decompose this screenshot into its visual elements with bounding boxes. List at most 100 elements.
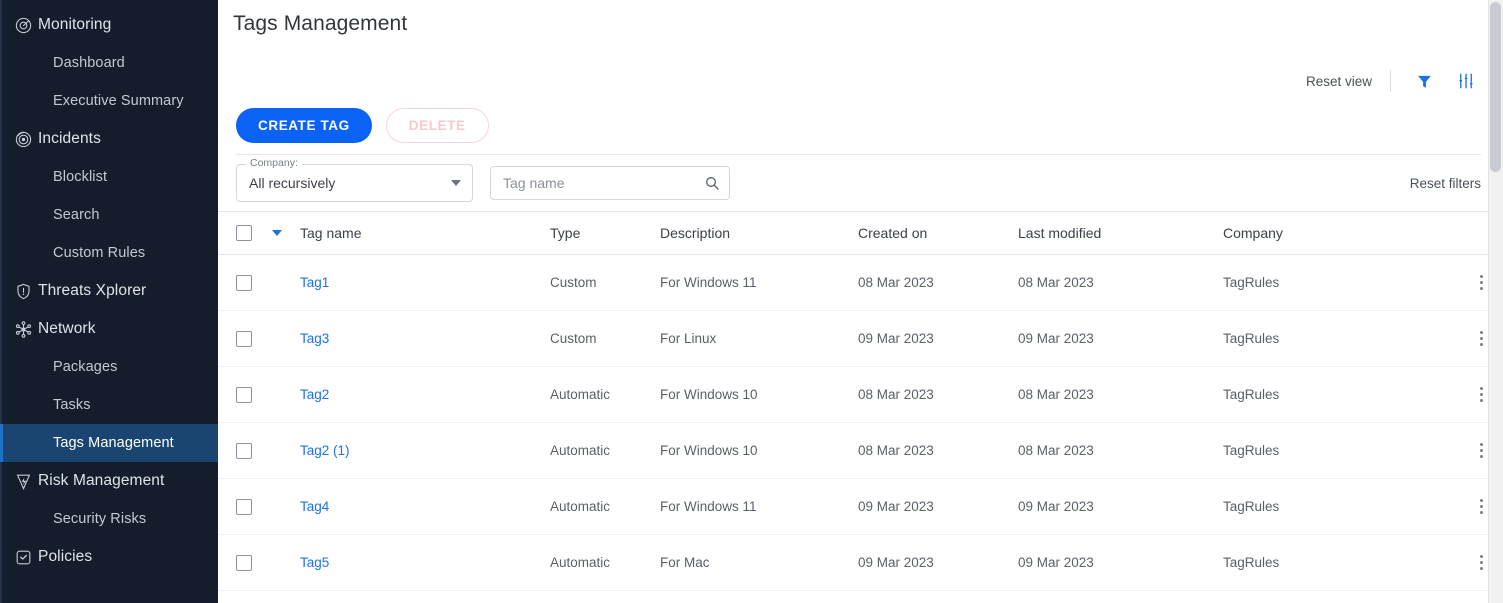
row-checkbox[interactable]: [236, 275, 252, 291]
column-header-last-modified[interactable]: Last modified: [1018, 225, 1223, 241]
reset-view-button[interactable]: Reset view: [1306, 74, 1372, 89]
chevron-down-icon: [451, 180, 461, 186]
cell-description: For Linux: [660, 331, 858, 346]
sidebar-item-search[interactable]: Search: [0, 196, 218, 234]
tag-name-link[interactable]: Tag2: [300, 387, 329, 402]
cell-company: TagRules: [1223, 387, 1423, 402]
row-select-cell: [236, 387, 272, 403]
column-header-company[interactable]: Company: [1223, 225, 1423, 241]
shield-bolt-icon: [8, 472, 38, 491]
table-row[interactable]: Tag2 (1) Automatic For Windows 10 08 Mar…: [218, 423, 1503, 479]
column-header-created-on[interactable]: Created on: [858, 225, 1018, 241]
column-header-description[interactable]: Description: [660, 225, 858, 241]
sidebar-group-monitoring: MonitoringDashboardExecutive Summary: [0, 6, 218, 120]
company-select-value: All recursively: [249, 175, 335, 191]
row-select-cell: [236, 275, 272, 291]
table-body: Tag1 Custom For Windows 11 08 Mar 2023 0…: [218, 255, 1503, 591]
company-select[interactable]: Company: All recursively: [236, 164, 473, 202]
cell-company: TagRules: [1223, 555, 1423, 570]
cell-description: For Mac: [660, 555, 858, 570]
sidebar-item-risk-management[interactable]: Risk Management: [0, 462, 218, 500]
cell-type: Automatic: [550, 387, 660, 402]
sliders-icon[interactable]: [1453, 68, 1479, 94]
sidebar-group-threats-xplorer: Threats Xplorer: [0, 272, 218, 310]
sidebar-item-blocklist[interactable]: Blocklist: [0, 158, 218, 196]
table-row[interactable]: Tag3 Custom For Linux 09 Mar 2023 09 Mar…: [218, 311, 1503, 367]
tag-name-link[interactable]: Tag1: [300, 275, 329, 290]
cell-type: Automatic: [550, 499, 660, 514]
sidebar-item-tasks[interactable]: Tasks: [0, 386, 218, 424]
search-icon[interactable]: [704, 175, 720, 191]
sidebar-item-label: Risk Management: [38, 472, 164, 490]
vertical-scrollbar-thumb[interactable]: [1490, 2, 1501, 172]
cell-tag-name: Tag4: [300, 498, 550, 516]
cell-created-on: 09 Mar 2023: [858, 331, 1018, 346]
table-row[interactable]: Tag1 Custom For Windows 11 08 Mar 2023 0…: [218, 255, 1503, 311]
reset-filters-button[interactable]: Reset filters: [1410, 176, 1481, 191]
table-row[interactable]: Tag4 Automatic For Windows 11 09 Mar 202…: [218, 479, 1503, 535]
main-content: Tags Management Reset view: [218, 0, 1503, 603]
cell-last-modified: 08 Mar 2023: [1018, 275, 1223, 290]
cell-created-on: 09 Mar 2023: [858, 499, 1018, 514]
sidebar-item-packages[interactable]: Packages: [0, 348, 218, 386]
cell-type: Custom: [550, 331, 660, 346]
radar-icon: [8, 16, 38, 35]
toolbar-divider: [1390, 70, 1391, 92]
sidebar-item-security-risks[interactable]: Security Risks: [0, 500, 218, 538]
sidebar-item-monitoring[interactable]: Monitoring: [0, 6, 218, 44]
tag-name-link[interactable]: Tag5: [300, 555, 329, 570]
row-checkbox[interactable]: [236, 387, 252, 403]
sidebar-item-executive-summary[interactable]: Executive Summary: [0, 82, 218, 120]
sidebar-group-policies: Policies: [0, 538, 218, 576]
tag-name-link[interactable]: Tag2 (1): [300, 443, 350, 458]
row-checkbox[interactable]: [236, 555, 252, 571]
column-header-tag-name[interactable]: Tag name: [300, 225, 550, 241]
vertical-scrollbar[interactable]: [1488, 0, 1503, 603]
tag-search[interactable]: [490, 166, 730, 200]
sidebar-group-network: Network PackagesTasks Tags Management: [0, 310, 218, 462]
create-tag-button[interactable]: CREATE TAG: [236, 108, 372, 143]
cell-type: Automatic: [550, 555, 660, 570]
cell-created-on: 08 Mar 2023: [858, 443, 1018, 458]
row-select-cell: [236, 555, 272, 571]
policy-check-icon: [8, 548, 38, 567]
sidebar-item-label: Network: [38, 320, 96, 338]
app-root: MonitoringDashboardExecutive Summary Inci…: [0, 0, 1503, 603]
table-row[interactable]: Tag2 Automatic For Windows 10 08 Mar 202…: [218, 367, 1503, 423]
sidebar-item-network[interactable]: Network: [0, 310, 218, 348]
sidebar-nav: MonitoringDashboardExecutive Summary Inci…: [0, 6, 218, 576]
select-all-checkbox[interactable]: [236, 225, 252, 241]
action-toolbar: CREATE TAG DELETE: [218, 98, 1503, 144]
row-select-cell: [236, 331, 272, 347]
select-all-dropdown-icon[interactable]: [272, 230, 282, 236]
cell-description: For Windows 10: [660, 443, 858, 458]
sidebar-item-label: Tags Management: [53, 435, 174, 451]
funnel-icon[interactable]: [1411, 68, 1437, 94]
sidebar-item-policies[interactable]: Policies: [0, 538, 218, 576]
cell-description: For Windows 11: [660, 499, 858, 514]
row-select-cell: [236, 499, 272, 515]
search-input[interactable]: [490, 166, 730, 200]
row-checkbox[interactable]: [236, 443, 252, 459]
table-row[interactable]: Tag5 Automatic For Mac 09 Mar 2023 09 Ma…: [218, 535, 1503, 591]
cell-tag-name: Tag2 (1): [300, 442, 550, 460]
sidebar-item-label: Security Risks: [53, 511, 146, 527]
sidebar-item-custom-rules[interactable]: Custom Rules: [0, 234, 218, 272]
sidebar-item-threats-xplorer[interactable]: Threats Xplorer: [0, 272, 218, 310]
sidebar-item-label: Custom Rules: [53, 245, 145, 261]
page-title: Tags Management: [218, 0, 1503, 36]
tag-name-link[interactable]: Tag4: [300, 499, 329, 514]
sidebar-item-label: Policies: [38, 548, 92, 566]
company-select-box[interactable]: All recursively: [236, 164, 473, 202]
sidebar-item-tags-management[interactable]: Tags Management: [0, 424, 218, 462]
sidebar-item-label: Blocklist: [53, 169, 107, 185]
tag-name-link[interactable]: Tag3: [300, 331, 329, 346]
column-header-type[interactable]: Type: [550, 225, 660, 241]
cell-last-modified: 09 Mar 2023: [1018, 331, 1223, 346]
sidebar-item-incidents[interactable]: Incidents: [0, 120, 218, 158]
row-checkbox[interactable]: [236, 331, 252, 347]
sidebar-item-dashboard[interactable]: Dashboard: [0, 44, 218, 82]
row-checkbox[interactable]: [236, 499, 252, 515]
sidebar-group-risk-management: Risk Management Security Risks: [0, 462, 218, 538]
sidebar-item-label: Incidents: [38, 130, 101, 148]
